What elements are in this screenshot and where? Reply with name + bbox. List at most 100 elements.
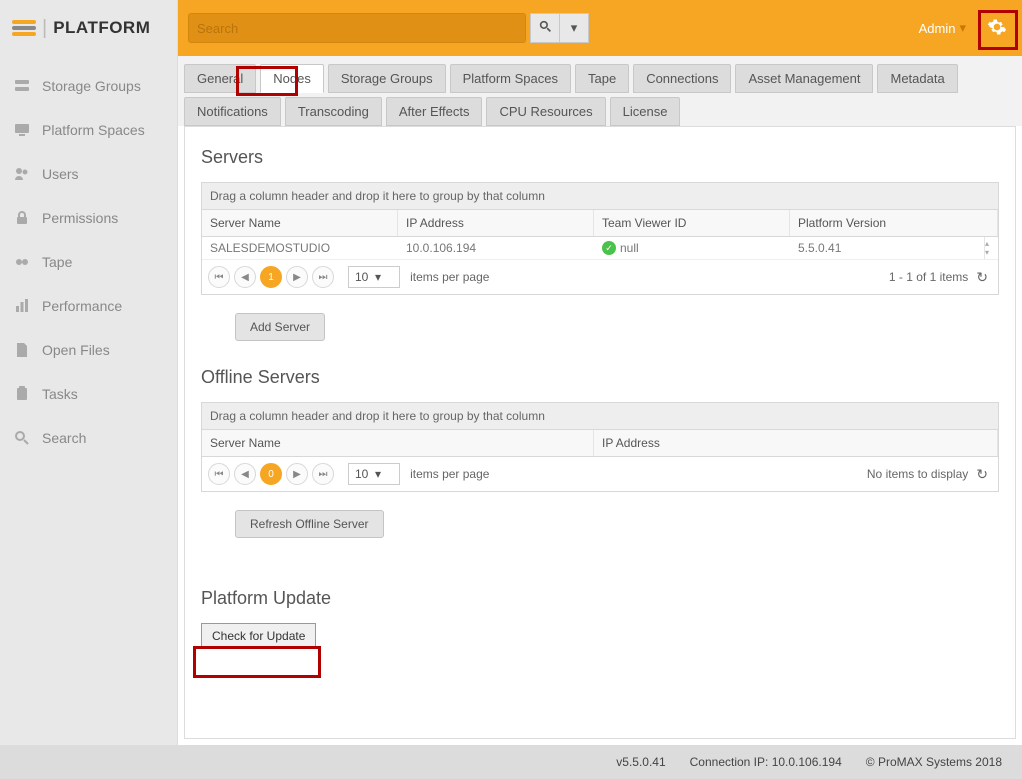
servers-pager: ⏮ ◀ 1 ▶ ⏭ 10 ▾ items per page 1 - 1 of 1… — [202, 260, 998, 294]
servers-grid: Drag a column header and drop it here to… — [201, 182, 999, 295]
check-icon: ✓ — [602, 241, 616, 255]
check-update-button[interactable]: Check for Update — [201, 623, 316, 649]
cell-ip: 10.0.106.194 — [398, 237, 594, 259]
group-hint[interactable]: Drag a column header and drop it here to… — [202, 403, 998, 430]
table-row[interactable]: SALESDEMOSTUDIO 10.0.106.194 ✓ null 5.5.… — [202, 237, 998, 260]
col-platform-version[interactable]: Platform Version — [790, 210, 998, 236]
tab-nodes[interactable]: Nodes — [260, 64, 324, 93]
col-ip-address[interactable]: IP Address — [398, 210, 594, 236]
tab-transcoding[interactable]: Transcoding — [285, 97, 382, 126]
sidebar-item-label: Users — [42, 166, 79, 182]
servers-title: Servers — [201, 147, 999, 168]
search-box — [188, 13, 526, 43]
tab-bar: GeneralNodesStorage GroupsPlatform Space… — [178, 56, 1022, 126]
tab-cpu-resources[interactable]: CPU Resources — [486, 97, 605, 126]
servers-columns: Server Name IP Address Team Viewer ID Pl… — [202, 210, 998, 237]
add-server-button[interactable]: Add Server — [235, 313, 325, 341]
file-icon — [14, 342, 32, 358]
pager-summary: 1 - 1 of 1 items — [889, 270, 968, 284]
pager-first[interactable]: ⏮ — [208, 266, 230, 288]
tab-storage-groups[interactable]: Storage Groups — [328, 64, 446, 93]
lock-icon — [14, 210, 32, 226]
col-ip-address[interactable]: IP Address — [594, 430, 998, 456]
offline-title: Offline Servers — [201, 367, 999, 388]
pager-prev[interactable]: ◀ — [234, 266, 256, 288]
clipboard-icon — [14, 386, 32, 402]
items-label: items per page — [410, 467, 489, 481]
gear-icon — [987, 17, 1007, 40]
sidebar-item-label: Search — [42, 430, 86, 446]
pager-current[interactable]: 1 — [260, 266, 282, 288]
col-server-name[interactable]: Server Name — [202, 430, 594, 456]
pager-prev[interactable]: ◀ — [234, 463, 256, 485]
refresh-icon[interactable]: ↻ — [972, 269, 992, 286]
tab-tape[interactable]: Tape — [575, 64, 629, 93]
admin-label: Admin — [919, 21, 956, 36]
admin-menu[interactable]: Admin ▾ — [907, 20, 978, 36]
footer: v5.5.0.41 Connection IP: 10.0.106.194 © … — [0, 745, 1022, 779]
chevron-down-icon: ▾ — [571, 20, 578, 36]
sidebar-item-label: Open Files — [42, 342, 110, 358]
search-icon — [539, 20, 552, 36]
cell-server-name: SALESDEMOSTUDIO — [202, 237, 398, 259]
tab-after-effects[interactable]: After Effects — [386, 97, 483, 126]
sidebar-item-search[interactable]: Search — [0, 416, 177, 460]
tab-platform-spaces[interactable]: Platform Spaces — [450, 64, 571, 93]
page-size-select[interactable]: 10 ▾ — [348, 463, 400, 485]
search-input[interactable] — [189, 14, 525, 42]
col-server-name[interactable]: Server Name — [202, 210, 398, 236]
items-label: items per page — [410, 270, 489, 284]
settings-button[interactable] — [978, 9, 1016, 47]
pager-next[interactable]: ▶ — [286, 463, 308, 485]
footer-version: v5.5.0.41 — [616, 755, 665, 769]
search-dropdown-button[interactable]: ▾ — [559, 13, 589, 43]
sidebar-item-label: Performance — [42, 298, 122, 314]
pager-last[interactable]: ⏭ — [312, 463, 334, 485]
sidebar-item-users[interactable]: Users — [0, 152, 177, 196]
sidebar-item-performance[interactable]: Performance — [0, 284, 177, 328]
update-title: Platform Update — [201, 588, 999, 609]
offline-columns: Server Name IP Address — [202, 430, 998, 457]
tab-notifications[interactable]: Notifications — [184, 97, 281, 126]
header-bar: ▾ Admin ▾ — [178, 0, 1022, 56]
pager-next[interactable]: ▶ — [286, 266, 308, 288]
sidebar-item-label: Platform Spaces — [42, 122, 145, 138]
sidebar-nav: Storage Groups Platform Spaces Users Per… — [0, 56, 177, 460]
page-size-select[interactable]: 10 ▾ — [348, 266, 400, 288]
sidebar-item-label: Permissions — [42, 210, 118, 226]
logo-text: PLATFORM — [53, 18, 150, 38]
sidebar-item-tape[interactable]: Tape — [0, 240, 177, 284]
tab-connections[interactable]: Connections — [633, 64, 731, 93]
refresh-offline-button[interactable]: Refresh Offline Server — [235, 510, 384, 538]
chevron-down-icon: ▾ — [959, 20, 966, 36]
pager-last[interactable]: ⏭ — [312, 266, 334, 288]
server-icon — [14, 78, 32, 94]
sidebar-item-platform-spaces[interactable]: Platform Spaces — [0, 108, 177, 152]
chart-icon — [14, 298, 32, 314]
monitor-icon — [14, 122, 32, 138]
tab-general[interactable]: General — [184, 64, 256, 93]
pager-first[interactable]: ⏮ — [208, 463, 230, 485]
sidebar-item-open-files[interactable]: Open Files — [0, 328, 177, 372]
search-icon — [14, 430, 32, 446]
cell-version: 5.5.0.41 — [790, 237, 984, 259]
tab-asset-management[interactable]: Asset Management — [735, 64, 873, 93]
group-hint[interactable]: Drag a column header and drop it here to… — [202, 183, 998, 210]
row-spinner[interactable]: ▴▾ — [984, 237, 998, 259]
content-panel: Servers Drag a column header and drop it… — [184, 126, 1016, 739]
offline-grid: Drag a column header and drop it here to… — [201, 402, 999, 492]
logo: | PLATFORM — [0, 0, 177, 56]
pager-current[interactable]: 0 — [260, 463, 282, 485]
sidebar-item-label: Tasks — [42, 386, 78, 402]
search-button[interactable] — [530, 13, 560, 43]
sidebar-item-storage-groups[interactable]: Storage Groups — [0, 64, 177, 108]
sidebar-item-tasks[interactable]: Tasks — [0, 372, 177, 416]
col-teamviewer[interactable]: Team Viewer ID — [594, 210, 790, 236]
tab-metadata[interactable]: Metadata — [877, 64, 957, 93]
users-icon — [14, 166, 32, 182]
sidebar-item-permissions[interactable]: Permissions — [0, 196, 177, 240]
refresh-icon[interactable]: ↻ — [972, 466, 992, 483]
sidebar: | PLATFORM Storage Groups Platform Space… — [0, 0, 178, 745]
tab-license[interactable]: License — [610, 97, 681, 126]
tape-icon — [14, 254, 32, 270]
